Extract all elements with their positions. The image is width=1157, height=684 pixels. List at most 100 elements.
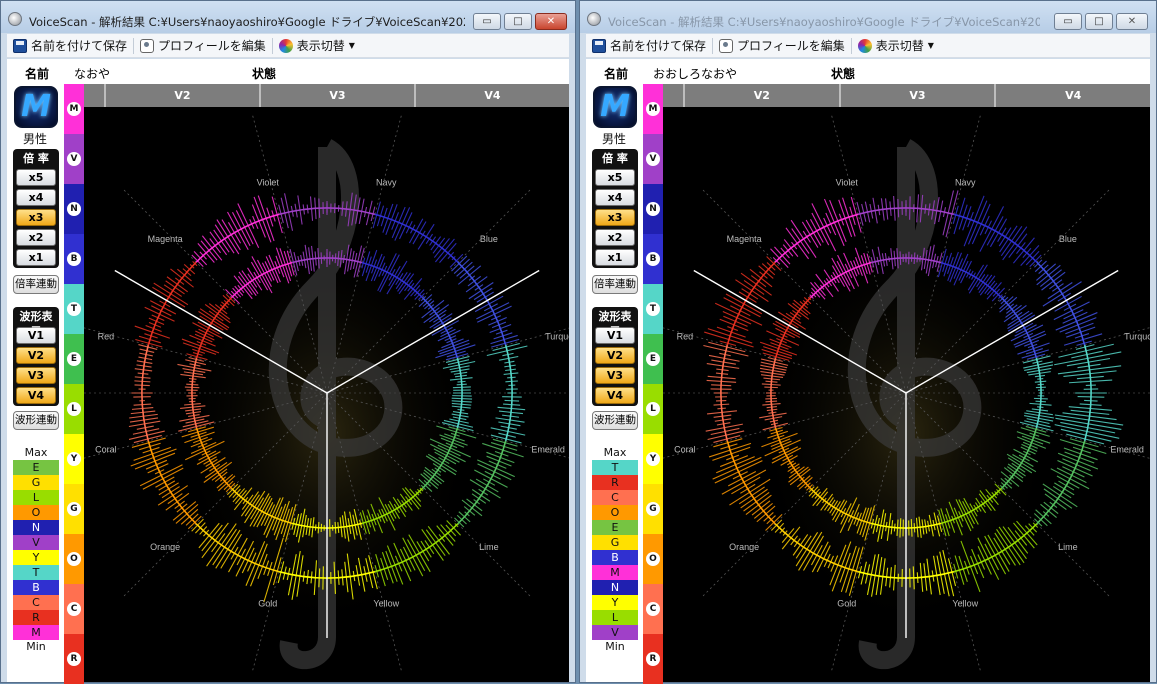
rate-button-x4[interactable]: x4 <box>16 189 56 206</box>
title-bar[interactable]: VoiceScan - 解析結果 C:¥Users¥naoyaoshiro¥Go… <box>1 1 575 33</box>
wave-button-V4[interactable]: V4 <box>595 387 635 404</box>
color-letter-badge: N <box>67 202 81 216</box>
save-as-button[interactable]: 名前を付けて保存 <box>586 37 712 54</box>
rate-button-x1[interactable]: x1 <box>595 249 635 266</box>
wheel-label-emerald: Emerald <box>1110 444 1144 454</box>
rate-button-x4[interactable]: x4 <box>595 189 635 206</box>
color-letter-badge: Y <box>646 452 660 466</box>
rank-item: M <box>592 565 638 580</box>
name-value: おおしろなおや <box>653 65 737 82</box>
rate-sync-button[interactable]: 倍率連動 <box>13 275 59 294</box>
rate-button-x2[interactable]: x2 <box>16 229 56 246</box>
voice-wheel-canvas: VioletNavyBlueTurquoiseEmeraldLimeYellow… <box>84 107 569 682</box>
color-letter-badge: V <box>646 152 660 166</box>
wave-sync-button[interactable]: 波形連動 <box>13 411 59 430</box>
rate-sync-button[interactable]: 倍率連動 <box>592 275 638 294</box>
window-1: VoiceScan - 解析結果 C:¥Users¥naoyaoshiro¥Go… <box>0 0 576 683</box>
color-segment: B <box>643 234 663 284</box>
wheel-label-lime: Lime <box>1058 542 1078 552</box>
wheel-label-emerald: Emerald <box>531 444 565 454</box>
rate-button-x2[interactable]: x2 <box>595 229 635 246</box>
wave-header-V2: V2 <box>106 84 261 107</box>
maximize-button[interactable]: □ <box>504 13 532 30</box>
wave-header-blank <box>663 84 685 107</box>
wheel-label-navy: Navy <box>955 177 976 187</box>
wave-button-V2[interactable]: V2 <box>16 347 56 364</box>
color-letter-badge: B <box>646 252 660 266</box>
wave-button-V3[interactable]: V3 <box>595 367 635 384</box>
close-button[interactable]: ✕ <box>1116 13 1148 30</box>
color-segment: Y <box>643 434 663 484</box>
wave-group: 波形表示 V1V2V3V4 <box>13 307 59 406</box>
wheel-label-turquoise: Turquoise <box>545 332 569 342</box>
voice-wheel-canvas: VioletNavyBlueTurquoiseEmeraldLimeYellow… <box>663 107 1150 682</box>
wave-button-V1[interactable]: V1 <box>595 327 635 344</box>
color-segment: N <box>64 184 84 234</box>
rate-group: 倍 率 x5x4x3x2x1 <box>13 149 59 268</box>
color-letter-badge: N <box>646 202 660 216</box>
color-letter-badge: T <box>67 302 81 316</box>
rate-button-x5[interactable]: x5 <box>16 169 56 186</box>
wave-header-V4: V4 <box>416 84 569 107</box>
wave-header-V3: V3 <box>841 84 997 107</box>
wave-button-V2[interactable]: V2 <box>595 347 635 364</box>
rate-button-x1[interactable]: x1 <box>16 249 56 266</box>
color-segment: R <box>64 634 84 684</box>
wheel-label-turquoise: Turquoise <box>1124 332 1150 342</box>
wave-button-V3[interactable]: V3 <box>16 367 56 384</box>
name-label: 名前 <box>25 65 49 82</box>
wheel-label-coral: Coral <box>95 444 117 454</box>
rank-item: B <box>592 550 638 565</box>
state-label: 状態 <box>252 65 276 82</box>
color-scale-column: MVNBTELYGOCR <box>643 84 663 682</box>
color-letter-badge: O <box>67 552 81 566</box>
edit-profile-button[interactable]: プロフィールを編集 <box>713 37 851 54</box>
color-letter-badge: G <box>646 502 660 516</box>
name-value: なおや <box>74 65 110 82</box>
save-as-label: 名前を付けて保存 <box>31 37 127 54</box>
rank-item: L <box>13 490 59 505</box>
gender-label: 男性 <box>7 130 63 147</box>
color-segment: T <box>64 284 84 334</box>
color-segment: C <box>64 584 84 634</box>
wave-sync-button[interactable]: 波形連動 <box>592 411 638 430</box>
rate-button-x3[interactable]: x3 <box>16 209 56 226</box>
color-letter-badge: B <box>67 252 81 266</box>
rank-item: E <box>13 460 59 475</box>
view-toggle-label: 表示切替 <box>297 37 345 54</box>
view-toggle-dropdown[interactable]: 表示切替▼ <box>852 37 940 54</box>
voice-type-logo: M <box>14 86 58 128</box>
rate-button-x5[interactable]: x5 <box>595 169 635 186</box>
title-bar[interactable]: VoiceScan - 解析結果 C:¥Users¥naoyaoshiro¥Go… <box>580 1 1156 33</box>
rate-button-x3[interactable]: x3 <box>595 209 635 226</box>
edit-profile-button[interactable]: プロフィールを編集 <box>134 37 272 54</box>
close-button[interactable]: ✕ <box>535 13 567 30</box>
wave-button-V1[interactable]: V1 <box>16 327 56 344</box>
wave-header-V4: V4 <box>996 84 1150 107</box>
rank-item: T <box>592 460 638 475</box>
chevron-down-icon: ▼ <box>349 41 355 50</box>
color-letter-badge: E <box>67 352 81 366</box>
color-segment: L <box>64 384 84 434</box>
edit-profile-label: プロフィールを編集 <box>158 37 266 54</box>
wheel-label-lime: Lime <box>479 542 499 552</box>
wheel-label-orange: Orange <box>150 542 180 552</box>
rank-item: M <box>13 625 59 640</box>
color-scale-column: MVNBTELYGOCR <box>64 84 84 682</box>
rank-item: L <box>592 610 638 625</box>
left-panel: M 男性 倍 率 x5x4x3x2x1 倍率連動 波形表示 V1V2V3V4 波… <box>586 84 642 682</box>
rank-item: Y <box>592 595 638 610</box>
rank-min-label: Min <box>13 640 59 654</box>
rank-item: V <box>13 535 59 550</box>
save-as-button[interactable]: 名前を付けて保存 <box>7 37 133 54</box>
wave-button-V4[interactable]: V4 <box>16 387 56 404</box>
color-letter-badge: L <box>67 402 81 416</box>
color-letter-badge: G <box>67 502 81 516</box>
view-toggle-dropdown[interactable]: 表示切替 ▼ <box>273 37 361 54</box>
voice-wheel: VioletNavyBlueTurquoiseEmeraldLimeYellow… <box>84 107 569 682</box>
minimize-button[interactable]: ▭ <box>473 13 501 30</box>
color-segment: O <box>643 534 663 584</box>
maximize-button[interactable]: □ <box>1085 13 1113 30</box>
wheel-label-magenta: Magenta <box>148 234 183 244</box>
minimize-button[interactable]: ▭ <box>1054 13 1082 30</box>
